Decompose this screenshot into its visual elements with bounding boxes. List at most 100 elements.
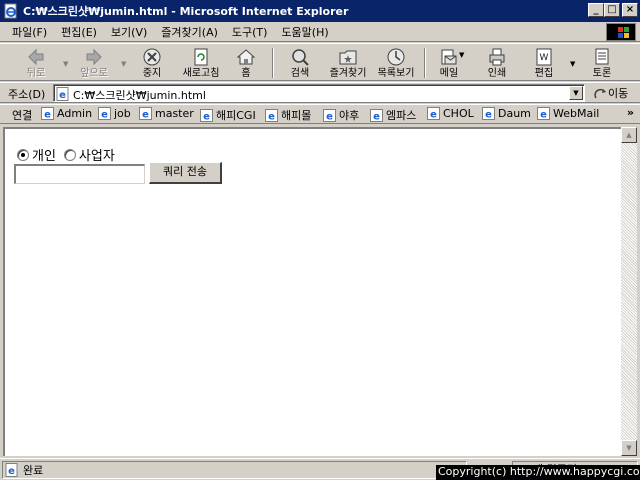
- ie-link-icon: e: [41, 107, 54, 120]
- links-more-chevron-icon[interactable]: »: [627, 106, 634, 119]
- title-bar[interactable]: C:₩스크린샷₩jumin.html - Microsoft Internet …: [0, 0, 640, 22]
- svg-text:e: e: [540, 110, 547, 121]
- back-arrow-icon: [28, 48, 44, 66]
- ie-link-icon: e: [370, 108, 383, 122]
- menu-favorites[interactable]: 즐겨찾기(A): [161, 24, 218, 40]
- window-title: C:₩스크린샷₩jumin.html - Microsoft Internet …: [23, 5, 349, 18]
- menu-file[interactable]: 파일(F): [12, 24, 47, 40]
- address-url: C:₩스크린샷₩jumin.html: [73, 89, 206, 102]
- edit-dropdown-icon[interactable]: ▼: [570, 60, 575, 68]
- favorites-button[interactable]: 즐겨찾기: [327, 47, 369, 81]
- go-arrow-icon: [594, 88, 606, 99]
- link-chol[interactable]: e CHOL: [427, 107, 474, 120]
- query-input[interactable]: [14, 164, 145, 184]
- close-button[interactable]: ×: [622, 3, 638, 17]
- page-content: 개인 사업자 쿼리 전송: [3, 127, 621, 456]
- link-yahoo[interactable]: e 야후: [323, 107, 359, 123]
- copyright-watermark: Copyright(c) http://www.happycgi.com: [436, 465, 640, 480]
- svg-text:e: e: [373, 111, 380, 122]
- toolbar-separator: [272, 48, 274, 78]
- scroll-up-icon[interactable]: ▲: [621, 127, 637, 143]
- radio-personal[interactable]: [17, 148, 29, 161]
- standard-toolbar: 뒤로 ▼ 앞으로 ▼ 중지 새로고침 홈 검색 즐겨찾기 목록보기 메일 ▼ 인…: [0, 43, 640, 81]
- radio-business[interactable]: [63, 148, 76, 161]
- mail-icon: [441, 49, 457, 65]
- submit-query-button[interactable]: 쿼리 전송: [149, 162, 222, 184]
- ie-page-icon: [3, 3, 19, 19]
- links-bar: 연결 e Admin e job e master e 해피CGI e 해피몰 …: [0, 104, 640, 124]
- ie-link-icon: e: [200, 108, 213, 122]
- stop-button[interactable]: 중지: [138, 47, 166, 81]
- toolbar-separator: [424, 48, 426, 78]
- print-icon: [489, 48, 505, 66]
- print-button[interactable]: 인쇄: [485, 47, 509, 81]
- ie-link-icon: e: [537, 107, 550, 120]
- address-label: 주소(D): [8, 88, 46, 101]
- address-input[interactable]: e C:₩스크린샷₩jumin.html ▼: [53, 84, 585, 102]
- address-bar: 주소(D) e C:₩스크린샷₩jumin.html ▼ 이동: [0, 82, 640, 103]
- link-master[interactable]: e master: [139, 107, 194, 120]
- status-pane-main: e 완료: [2, 461, 467, 479]
- scroll-down-icon[interactable]: ▼: [621, 440, 637, 456]
- svg-text:W: W: [540, 53, 549, 63]
- link-daum[interactable]: e Daum: [482, 107, 531, 120]
- radio-personal-label: 개인: [32, 149, 56, 164]
- forward-button[interactable]: 앞으로: [75, 47, 113, 81]
- svg-text:e: e: [101, 110, 108, 121]
- home-icon: [236, 49, 256, 65]
- link-happymall[interactable]: e 해피몰: [265, 107, 311, 123]
- link-webmail[interactable]: e WebMail: [537, 107, 599, 120]
- svg-text:e: e: [8, 466, 15, 477]
- link-admin[interactable]: e Admin: [41, 107, 92, 120]
- history-button[interactable]: 목록보기: [375, 47, 417, 81]
- forward-dropdown-icon[interactable]: ▼: [121, 60, 126, 68]
- ie-link-icon: e: [427, 107, 440, 120]
- ie-page-icon: e: [5, 463, 18, 477]
- menu-tools[interactable]: 도구(T): [232, 24, 268, 40]
- link-happycgi[interactable]: e 해피CGI: [200, 107, 256, 123]
- windows-logo-icon: [606, 23, 636, 41]
- menu-edit[interactable]: 편집(E): [61, 24, 97, 40]
- ie-link-icon: e: [482, 107, 495, 120]
- favorites-folder-icon: [339, 50, 357, 65]
- vertical-scrollbar[interactable]: ▲ ▼: [621, 127, 637, 456]
- discuss-icon: [595, 48, 609, 65]
- menu-bar: 파일(F) 편집(E) 보기(V) 즐겨찾기(A) 도구(T) 도움말(H): [0, 22, 640, 42]
- customer-type-group: 개인 사업자: [17, 145, 123, 164]
- address-dropdown-button[interactable]: ▼: [569, 86, 583, 100]
- menu-view[interactable]: 보기(V): [111, 24, 147, 40]
- links-label: 연결: [12, 109, 33, 122]
- svg-text:e: e: [326, 111, 333, 122]
- ie-link-icon: e: [323, 108, 336, 122]
- svg-text:e: e: [268, 111, 275, 122]
- refresh-icon: [194, 48, 208, 66]
- link-empas[interactable]: e 엠파스: [370, 107, 416, 123]
- svg-text:e: e: [485, 110, 492, 121]
- svg-text:e: e: [59, 90, 66, 101]
- mail-dropdown-icon[interactable]: ▼: [459, 51, 464, 59]
- go-button[interactable]: 이동: [594, 85, 628, 101]
- history-icon: [387, 48, 405, 66]
- search-button[interactable]: 검색: [287, 47, 313, 81]
- edit-button[interactable]: W 편집: [532, 47, 556, 81]
- menu-help[interactable]: 도움말(H): [281, 24, 328, 40]
- home-button[interactable]: 홈: [235, 47, 257, 81]
- svg-text:e: e: [142, 110, 149, 121]
- back-dropdown-icon[interactable]: ▼: [63, 60, 68, 68]
- svg-text:e: e: [430, 110, 437, 121]
- ie-link-icon: e: [265, 108, 278, 122]
- ie-link-icon: e: [139, 107, 152, 120]
- stop-icon: [143, 48, 161, 66]
- link-job[interactable]: e job: [98, 107, 131, 120]
- scroll-track[interactable]: [621, 143, 637, 440]
- maximize-button[interactable]: □: [604, 3, 620, 17]
- discuss-button[interactable]: 토론: [590, 47, 614, 81]
- back-button[interactable]: 뒤로: [20, 47, 52, 81]
- word-edit-icon: W: [536, 48, 552, 66]
- search-icon: [292, 49, 309, 66]
- minimize-button[interactable]: _: [588, 3, 604, 17]
- ie-link-icon: e: [98, 107, 111, 120]
- ie-page-icon: e: [56, 87, 70, 104]
- refresh-button[interactable]: 새로고침: [178, 47, 224, 81]
- svg-text:e: e: [44, 110, 51, 121]
